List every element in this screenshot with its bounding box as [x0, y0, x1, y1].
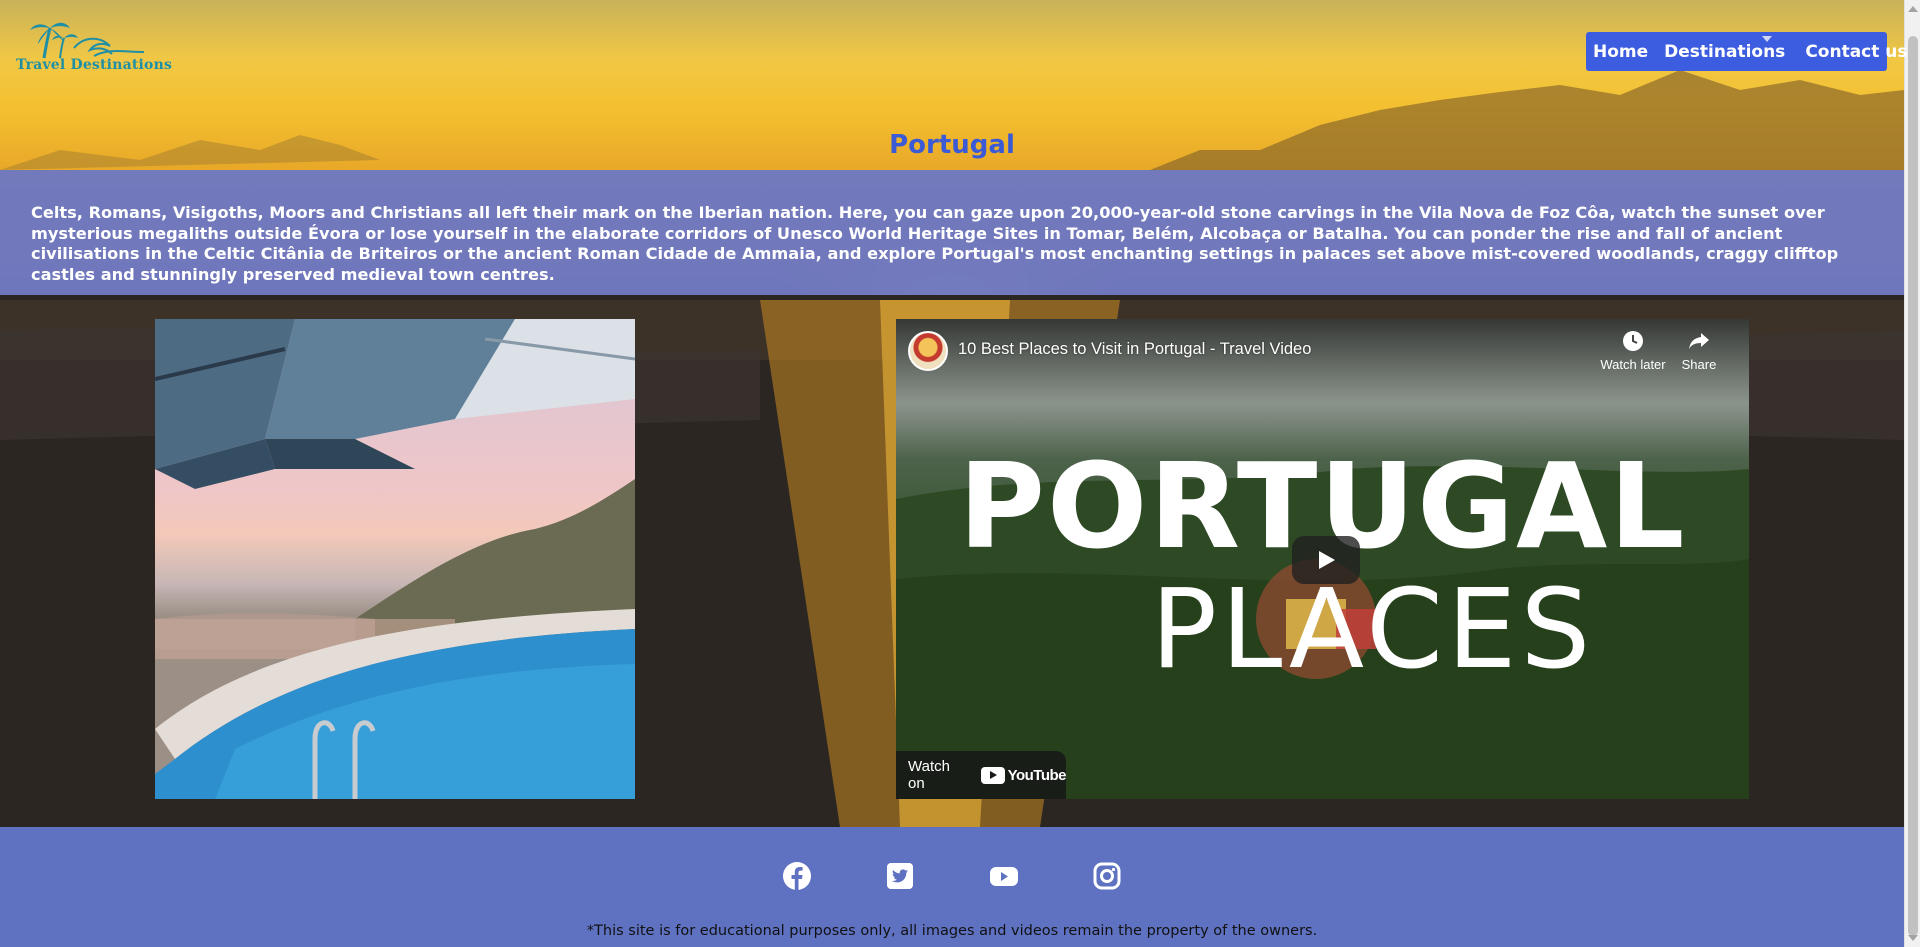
- site-footer: *This site is for educational purposes o…: [0, 827, 1904, 947]
- page-title: Portugal: [889, 130, 1015, 160]
- share-button[interactable]: Share: [1664, 329, 1734, 372]
- main-nav: Home Destinations Contact us: [1586, 32, 1908, 71]
- footer-disclaimer: *This site is for educational purposes o…: [586, 923, 1318, 939]
- nav-destinations-dropdown[interactable]: Destinations: [1664, 42, 1785, 62]
- logo-text: Travel Destinations: [16, 57, 173, 73]
- watch-later-button[interactable]: Watch later: [1598, 329, 1668, 372]
- watch-on-youtube-button[interactable]: Watch on YouTube: [896, 751, 1067, 799]
- social-links: [0, 861, 1904, 891]
- thumbnail-title-line2: PLACES: [1150, 565, 1595, 693]
- play-button[interactable]: [1292, 536, 1360, 584]
- nav-home-link[interactable]: Home: [1593, 42, 1648, 62]
- youtube-icon[interactable]: [989, 861, 1019, 891]
- scrollbar[interactable]: [1904, 0, 1920, 947]
- clock-icon: [1623, 331, 1643, 351]
- share-label: Share: [1681, 357, 1717, 372]
- youtube-play-icon: [980, 766, 1005, 784]
- channel-avatar[interactable]: [908, 331, 948, 371]
- scroll-up-icon[interactable]: [1908, 6, 1918, 12]
- infinity-pool-image: [155, 319, 635, 799]
- youtube-wordmark: YouTube: [1007, 766, 1067, 784]
- dropdown-caret-icon: [1762, 36, 1772, 42]
- scrollbar-thumb[interactable]: [1908, 36, 1918, 936]
- twitter-icon[interactable]: [885, 861, 915, 891]
- facebook-icon[interactable]: [782, 861, 812, 891]
- video-title[interactable]: 10 Best Places to Visit in Portugal - Tr…: [958, 340, 1311, 359]
- youtube-logo: YouTube: [980, 766, 1067, 784]
- youtube-video-embed[interactable]: 10 Best Places to Visit in Portugal - Tr…: [896, 319, 1749, 799]
- scroll-down-icon[interactable]: [1908, 935, 1918, 941]
- share-arrow-icon: [1689, 333, 1709, 349]
- intro-text: Celts, Romans, Visigoths, Moors and Chri…: [31, 203, 1839, 284]
- watch-later-label: Watch later: [1600, 357, 1666, 372]
- intro-band: Celts, Romans, Visigoths, Moors and Chri…: [0, 170, 1904, 295]
- watch-on-label: Watch on: [908, 758, 950, 792]
- instagram-icon[interactable]: [1092, 861, 1122, 891]
- nav-contact-link[interactable]: Contact us: [1805, 42, 1907, 62]
